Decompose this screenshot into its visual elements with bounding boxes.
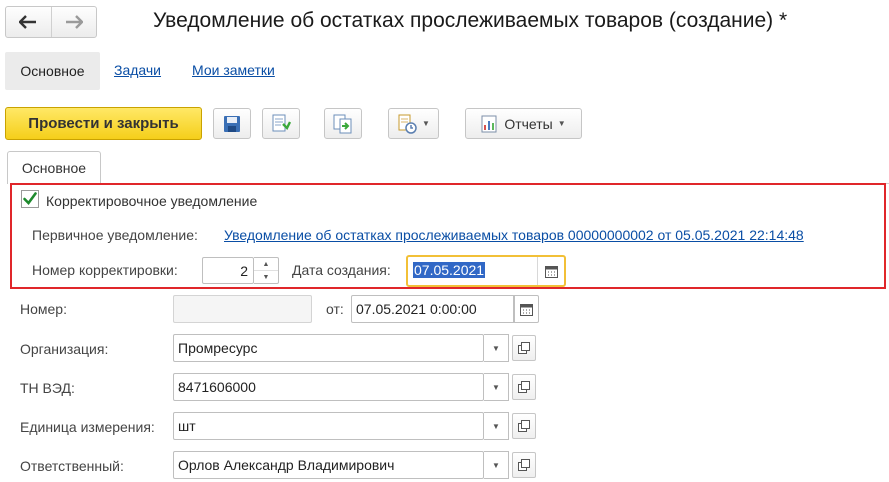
unit-label: Единица измерения:	[20, 419, 155, 435]
responsible-input[interactable]: Орлов Александр Владимирович	[173, 451, 484, 479]
responsible-dropdown-button[interactable]: ▼	[484, 451, 509, 479]
chevron-down-icon: ▼	[422, 119, 430, 128]
page-title: Уведомление об остатках прослеживаемых т…	[153, 9, 788, 32]
calendar-icon	[520, 303, 533, 316]
organization-input[interactable]: Промресурс	[173, 334, 484, 362]
calendar-icon	[544, 265, 558, 278]
responsible-open-button[interactable]	[512, 452, 536, 478]
number-input[interactable]	[173, 295, 312, 323]
from-calendar-button[interactable]	[514, 295, 539, 323]
from-label: от:	[326, 301, 344, 317]
reports-label: Отчеты	[504, 115, 553, 132]
open-window-icon	[518, 342, 530, 354]
post-document-icon	[272, 114, 291, 131]
section-tab-main[interactable]: Основное	[5, 52, 100, 90]
from-datetime-input[interactable]: 07.05.2021 0:00:00	[351, 295, 514, 323]
document-history-button[interactable]: ▼	[388, 108, 439, 139]
post-and-close-button[interactable]: Провести и закрыть	[5, 107, 202, 140]
chevron-down-icon: ▼	[557, 119, 566, 128]
reports-button[interactable]: Отчеты ▼	[465, 108, 582, 139]
correction-checkbox[interactable]	[21, 190, 39, 208]
responsible-label: Ответственный:	[20, 458, 124, 474]
reports-icon	[481, 115, 497, 132]
creation-date-calendar-button[interactable]	[537, 257, 564, 285]
primary-notice-link[interactable]: Уведомление об остатках прослеживаемых т…	[224, 227, 804, 243]
tnved-label: ТН ВЭД:	[20, 380, 75, 396]
correction-number-label: Номер корректировки:	[32, 262, 178, 278]
back-button[interactable]	[6, 7, 51, 37]
organization-open-button[interactable]	[512, 335, 536, 361]
post-button[interactable]	[262, 108, 300, 139]
arrow-left-icon	[19, 15, 37, 29]
section-tab-tasks[interactable]: Задачи	[114, 62, 161, 78]
chevron-down-icon: ▼	[492, 343, 500, 353]
decrement-icon[interactable]: ▼	[254, 270, 278, 283]
forward-button[interactable]	[50, 7, 97, 37]
nav-buttons	[5, 6, 97, 38]
correction-number-stepper[interactable]: ▲ ▼	[254, 257, 279, 284]
save-button[interactable]	[213, 108, 251, 139]
increment-icon[interactable]: ▲	[254, 258, 278, 270]
chevron-down-icon: ▼	[492, 460, 500, 470]
open-window-icon	[518, 420, 530, 432]
correction-number-input[interactable]: 2	[202, 257, 254, 284]
chevron-down-icon: ▼	[492, 382, 500, 392]
document-history-icon	[398, 114, 417, 134]
arrow-right-icon	[65, 15, 83, 29]
creation-date-input[interactable]: 07.05.2021	[413, 262, 486, 278]
organization-label: Организация:	[20, 341, 109, 357]
section-tab-notes[interactable]: Мои заметки	[192, 62, 275, 78]
open-window-icon	[518, 381, 530, 393]
create-based-on-icon	[333, 114, 352, 133]
creation-date-value: 07.05.2021	[413, 262, 486, 278]
organization-dropdown-button[interactable]: ▼	[484, 334, 509, 362]
create-based-on-button[interactable]	[324, 108, 362, 139]
unit-dropdown-button[interactable]: ▼	[484, 412, 509, 440]
chevron-down-icon: ▼	[492, 421, 500, 431]
tnved-input[interactable]: 8471606000	[173, 373, 484, 401]
unit-open-button[interactable]	[512, 413, 536, 439]
unit-input[interactable]: шт	[173, 412, 484, 440]
correction-checkbox-label[interactable]: Корректировочное уведомление	[46, 193, 257, 209]
tnved-open-button[interactable]	[512, 374, 536, 400]
creation-date-label: Дата создания:	[292, 262, 391, 278]
number-label: Номер:	[20, 301, 67, 317]
open-window-icon	[518, 459, 530, 471]
tnved-dropdown-button[interactable]: ▼	[484, 373, 509, 401]
primary-notice-label: Первичное уведомление:	[32, 227, 198, 243]
form-tab-main[interactable]: Основное	[7, 151, 101, 184]
floppy-disk-icon	[224, 115, 240, 132]
